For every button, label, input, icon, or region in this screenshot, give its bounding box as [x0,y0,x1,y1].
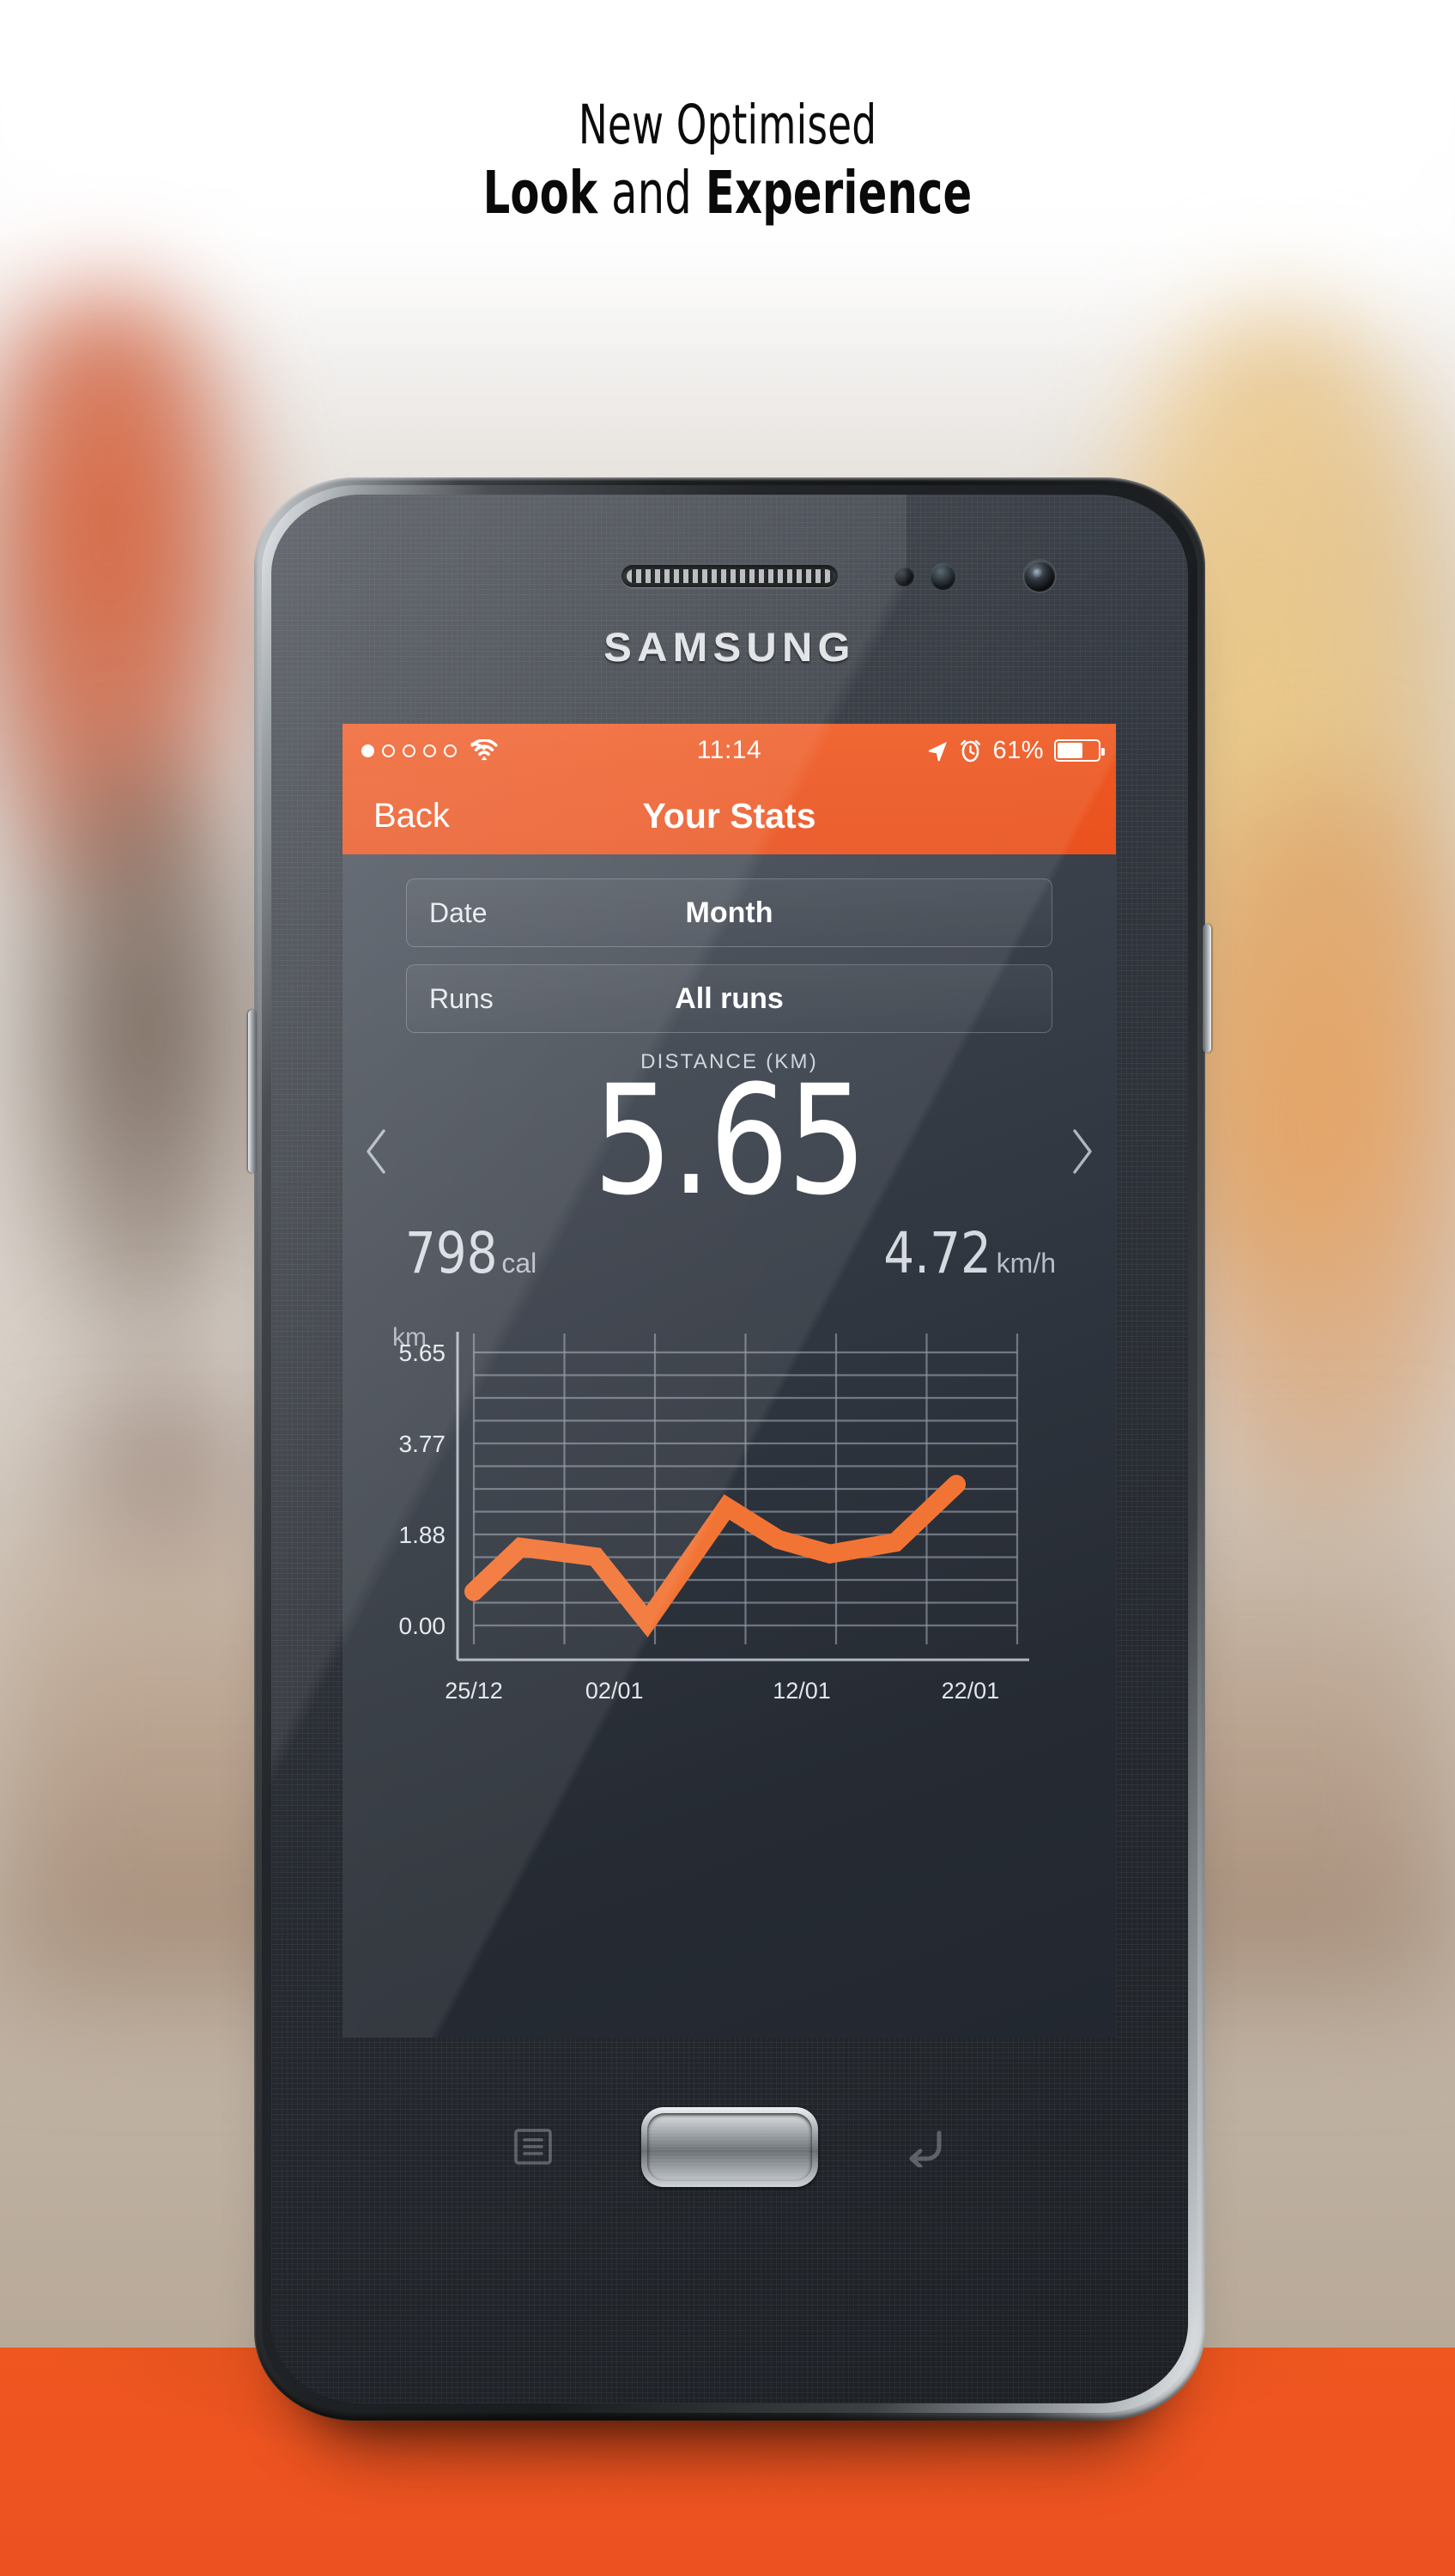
status-bar-right: 61% [926,736,1105,765]
promo-headline: New Optimised Look and Experience [0,94,1455,228]
chevron-right-icon[interactable] [1068,1127,1097,1176]
background-dark-left-blob [17,756,275,1357]
chart-y-tick-label: 0.00 [399,1613,446,1639]
navigation-bar: Back Your Stats [343,777,1116,854]
chart-x-tick-label: 12/01 [773,1678,831,1704]
chart-y-tick-label: 3.77 [399,1431,446,1457]
headline-plain-and: and [597,159,706,228]
chart-x-tick-label: 02/01 [585,1678,644,1704]
phone-screen: 11:14 61% Back Your Stats Date Month Run… [343,724,1116,2038]
power-button[interactable] [1203,924,1211,1053]
proximity-sensor-icon [894,567,914,586]
stat-speed-unit: km/h [996,1248,1056,1279]
headline-bold-experience: Experience [705,159,973,228]
stat-calories-unit: cal [501,1248,537,1279]
stat-speed-value: 4.72 [883,1220,992,1286]
alarm-clock-icon [959,739,982,762]
page-title: Your Stats [642,795,816,835]
stat-speed: 4.72 km/h [881,1224,1056,1284]
front-camera-icon [1024,561,1055,592]
back-key-icon[interactable] [905,2128,946,2169]
chart-svg: 5.65 3.77 1.88 0.00 25/12 02/01 12/01 22/01 [399,1332,1029,1704]
stat-calories-value: 798 [404,1220,498,1286]
app-content: Date Month Runs All runs DISTANCE (KM) 5… [343,854,1116,2038]
battery-percentage: 61% [992,736,1044,764]
home-button-surface [647,2113,812,2181]
chart-x-tick-label: 22/01 [942,1678,1000,1704]
primary-stat-value: 5.65 [593,1053,867,1229]
filter-value-runs: All runs [675,981,784,1015]
filter-value-date: Month [685,896,773,929]
chart-y-tick-label: 5.65 [399,1340,446,1366]
stat-calories: 798 cal [403,1224,537,1284]
status-bar: 11:14 61% [343,724,1116,777]
filters-section: Date Month Runs All runs [343,854,1116,1033]
volume-button[interactable] [248,1010,257,1173]
filter-row-runs[interactable]: Runs All runs [406,964,1052,1033]
battery-fill [1058,743,1082,758]
distance-line-chart[interactable]: km 5.65 3.77 1.88 0.00 25/12 02/01 12/01 22/01 [343,1323,1116,1718]
filter-row-date[interactable]: Date Month [406,878,1052,947]
headline-line-2: Look and Experience [146,160,1310,227]
earpiece-grille-icon [621,565,838,587]
chart-y-tick-label: 1.88 [399,1522,446,1548]
chart-x-tick-label: 25/12 [445,1678,503,1704]
samsung-phone-mockup: SAMSUNG 11:14 61% Back Your Stats Date M… [248,477,1211,2421]
phone-body: SAMSUNG 11:14 61% Back Your Stats Date M… [271,495,1188,2403]
samsung-brand-logo: SAMSUNG [603,624,856,670]
battery-icon [1054,739,1105,762]
chevron-left-icon[interactable] [361,1127,391,1176]
primary-stat-section: DISTANCE (KM) 5.65 [343,1050,1116,1229]
headline-bold-look: Look [482,159,598,228]
light-sensor-icon [931,563,955,590]
home-button[interactable] [641,2107,818,2187]
chart-series-line [464,1474,967,1637]
earpiece-grille-dots [627,569,833,583]
location-arrow-icon [926,739,949,762]
menu-key-icon[interactable] [513,2128,553,2166]
headline-line-1: New Optimised [578,94,877,156]
